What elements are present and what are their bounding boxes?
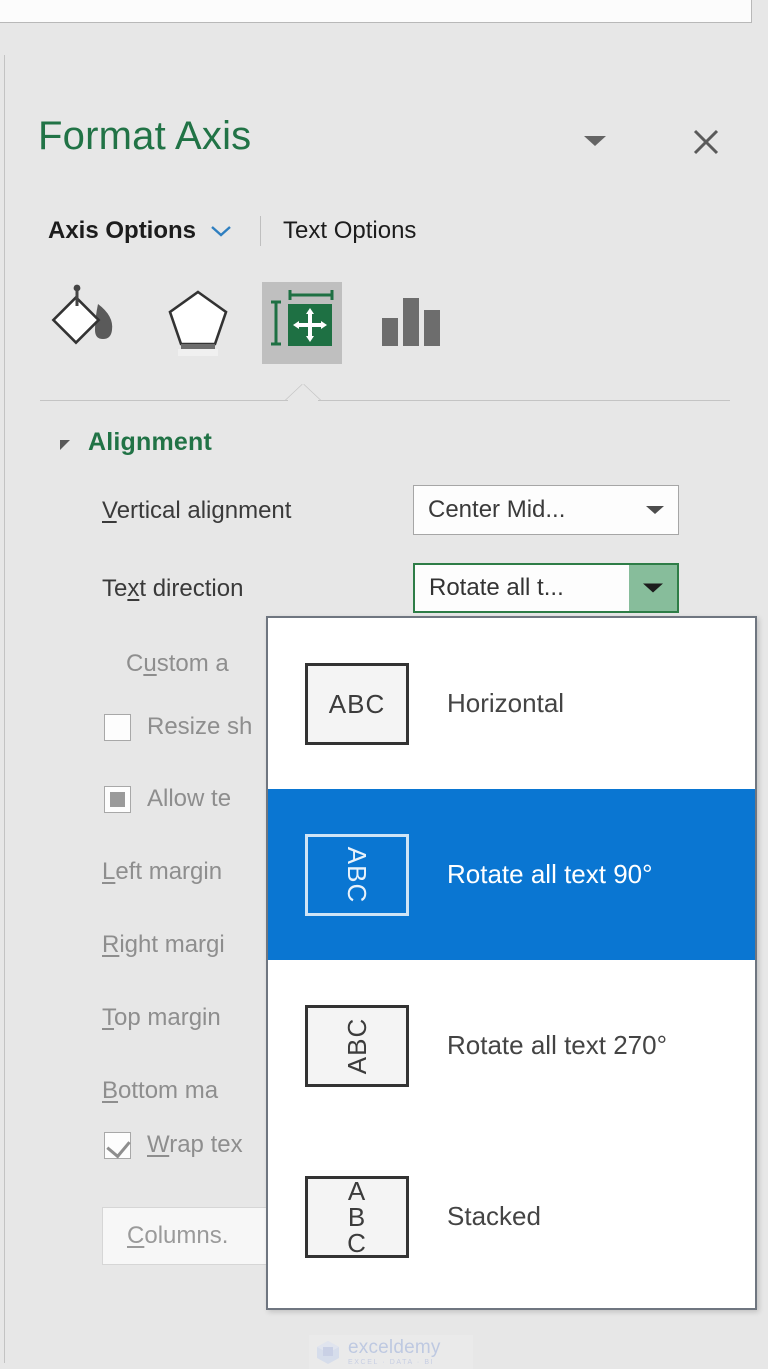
- thumb-rotate-270-icon: ABC: [305, 1004, 409, 1087]
- wrap-text-checkbox[interactable]: [104, 1132, 131, 1159]
- cube-logo-icon: [317, 1341, 339, 1364]
- valign-label-rest: ertical alignment: [116, 497, 292, 524]
- bottom-margin-label: Bottom ma: [102, 1077, 218, 1105]
- vertical-alignment-label: Vertical alignment: [102, 497, 291, 525]
- close-icon[interactable]: [688, 124, 724, 158]
- watermark-name: exceldemy: [348, 1337, 441, 1358]
- left-margin-rest: eft margin: [115, 858, 223, 885]
- dropdown-option-rotate-270[interactable]: ABC Rotate all text 270°: [268, 960, 755, 1131]
- axis-options-chevron-down-icon[interactable]: [208, 222, 234, 240]
- dropdown-option-label: Rotate all text 270°: [447, 1030, 667, 1060]
- thumb-rotate-90-icon: ABC: [305, 833, 409, 916]
- thumb-text: ABC: [347, 1175, 367, 1258]
- option-tabs: Axis Options Text Options: [48, 216, 416, 246]
- columns-button-label: Columns.: [127, 1222, 228, 1250]
- allow-text-label: Allow te: [147, 785, 232, 812]
- right-margin-label: Right margi: [102, 931, 225, 959]
- custom-angle-a: C: [126, 650, 144, 677]
- vertical-alignment-value: Center Mid...: [428, 496, 566, 523]
- alignment-section-title: Alignment: [88, 428, 213, 456]
- alignment-section-header[interactable]: Alignment: [60, 428, 212, 457]
- vertical-alignment-dropdown[interactable]: Center Mid...: [413, 485, 679, 535]
- text-direction-label: Text direction: [102, 575, 243, 603]
- textdir-label-a: Te: [102, 575, 128, 602]
- icon-tab-row: [40, 282, 480, 366]
- chevron-down-glyph: [584, 136, 606, 146]
- resize-shape-label: Resize sh: [147, 713, 253, 740]
- columns-rest: olumns.: [144, 1222, 229, 1249]
- dropdown-option-stacked[interactable]: ABC Stacked: [268, 1131, 755, 1302]
- fill-and-line-icon[interactable]: [46, 282, 126, 364]
- dropdown-option-rotate-90[interactable]: ABC Rotate all text 90°: [268, 789, 755, 960]
- format-axis-task-pane: Format Axis Axis Options Text Options Al…: [0, 24, 768, 1369]
- top-margin-rest: op margin: [114, 1004, 221, 1031]
- thumb-text: ABC: [342, 1017, 372, 1074]
- chevron-down-icon: [643, 583, 663, 593]
- watermark-text: exceldemy EXCEL · DATA · BI: [348, 1338, 441, 1366]
- pane-left-divider: [4, 55, 5, 1363]
- thumb-text: ABC: [328, 688, 386, 719]
- worksheet-top-strip: [0, 0, 752, 23]
- thumb-text: ABC: [342, 846, 372, 903]
- valign-accelerator: V: [102, 497, 117, 524]
- tab-text-options[interactable]: Text Options: [283, 217, 416, 245]
- dropdown-option-label: Horizontal: [447, 688, 565, 718]
- worksheet-top-strip-gap: [752, 0, 768, 23]
- left-margin-accelerator: L: [102, 858, 116, 885]
- tab-separator: [260, 216, 262, 246]
- caret-mask: [288, 398, 318, 402]
- page-title: Format Axis: [38, 114, 252, 158]
- allow-text-checkbox[interactable]: [104, 786, 131, 813]
- bottom-margin-rest: ottom ma: [118, 1077, 219, 1104]
- custom-angle-b: stom a: [156, 650, 229, 677]
- resize-shape-checkbox[interactable]: [104, 714, 131, 741]
- textdir-accelerator: x: [127, 575, 140, 602]
- size-and-properties-icon[interactable]: [262, 282, 342, 364]
- exceldemy-watermark: exceldemy EXCEL · DATA · BI: [309, 1335, 473, 1369]
- text-direction-dropdown-list[interactable]: ABC Horizontal ABC Rotate all text 90° A…: [266, 616, 757, 1310]
- custom-angle-label: Custom a: [126, 650, 229, 678]
- wrap-text-rest: rap tex: [169, 1131, 243, 1158]
- tab-axis-options[interactable]: Axis Options: [48, 217, 196, 245]
- effects-icon[interactable]: [158, 282, 238, 364]
- right-margin-rest: ight margi: [119, 931, 225, 958]
- thumb-stacked-icon: ABC: [305, 1175, 409, 1258]
- text-direction-dropdown[interactable]: Rotate all t...: [413, 563, 679, 613]
- left-margin-label: Left margin: [102, 858, 222, 886]
- top-margin-accelerator: T: [102, 1004, 114, 1031]
- top-margin-label: Top margin: [102, 1004, 221, 1032]
- thumb-horizontal-icon: ABC: [305, 662, 409, 745]
- pane-options-chevron-down-icon[interactable]: [578, 126, 612, 156]
- bottom-margin-accelerator: B: [102, 1077, 119, 1104]
- dropdown-option-label: Stacked: [447, 1201, 541, 1231]
- text-direction-value: Rotate all t...: [429, 574, 564, 601]
- custom-angle-accelerator: u: [143, 650, 157, 677]
- triangle-expanded-icon: [60, 439, 70, 450]
- chevron-down-icon: [646, 506, 664, 514]
- wrap-text-accelerator: W: [147, 1131, 170, 1158]
- right-margin-accelerator: R: [102, 931, 120, 958]
- columns-accelerator: C: [127, 1222, 145, 1249]
- dropdown-option-label: Rotate all text 90°: [447, 859, 653, 889]
- dropdown-option-horizontal[interactable]: ABC Horizontal: [268, 618, 755, 789]
- section-separator: [40, 400, 730, 401]
- textdir-label-b: t direction: [139, 575, 244, 602]
- wrap-text-label: Wrap tex: [147, 1131, 243, 1159]
- axis-options-chart-icon[interactable]: [370, 282, 450, 364]
- text-direction-dropdown-button[interactable]: [629, 565, 677, 611]
